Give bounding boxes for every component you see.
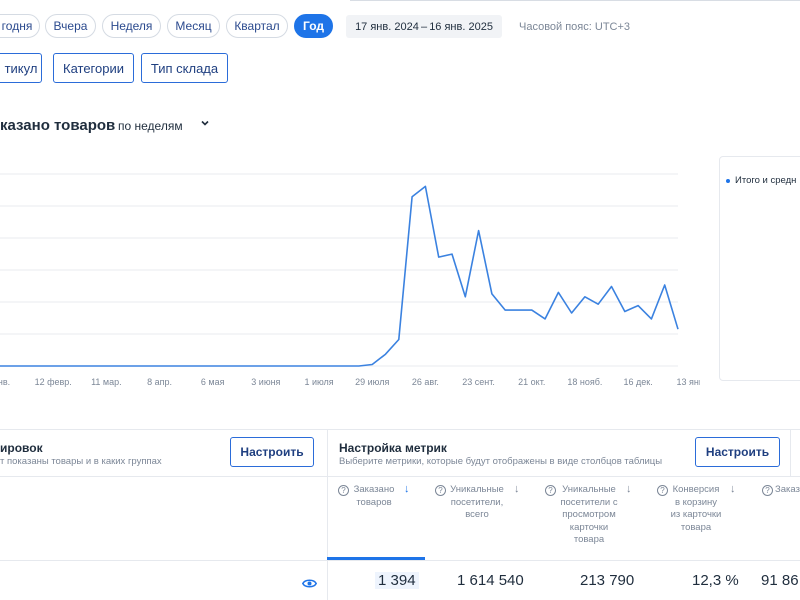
x-tick-label: 29 июля <box>355 377 389 387</box>
section-divider <box>0 429 800 430</box>
help-icon[interactable]: ? <box>762 485 773 496</box>
value-ordered: 1 394 <box>375 572 419 589</box>
filter-article-button[interactable]: тикул <box>0 53 42 83</box>
x-tick-label: 26 авг. <box>412 377 439 387</box>
chart-gridlines <box>0 173 678 367</box>
column-header-cart-conversion[interactable]: Конверсия в корзину из карточки товара <box>669 484 723 534</box>
sort-arrow-icon[interactable]: ↓ <box>514 483 520 495</box>
help-icon[interactable]: ? <box>545 485 556 496</box>
x-tick-label: 16 дек. <box>624 377 653 387</box>
x-tick-label: 12 февр. <box>35 377 72 387</box>
grouping-configure-button[interactable]: Настроить <box>230 437 314 467</box>
x-tick-label: 21 окт. <box>518 377 545 387</box>
period-quarter-button[interactable]: Квартал <box>226 14 288 38</box>
metrics-settings-subtitle: Выберите метрики, которые будут отображе… <box>339 456 663 467</box>
metrics-settings-title: Настройка метрик <box>339 441 447 455</box>
value-unique-visitors: 1 614 540 <box>457 572 524 589</box>
column-header-ordered[interactable]: Заказано товаров <box>350 484 398 509</box>
column-divider <box>327 430 328 600</box>
date-range-picker[interactable]: 17 янв. 2024 – 16 янв. 2025 <box>346 15 502 38</box>
column-header-orders[interactable]: Заказ <box>775 484 800 497</box>
column-header-unique-visitors[interactable]: Уникальные посетители, всего <box>448 484 506 522</box>
grouping-settings-subtitle: т показаны товары и в каких группах <box>0 456 162 467</box>
panel-divider <box>790 430 791 476</box>
table-header-divider <box>0 476 800 477</box>
x-tick-label: 18 нояб. <box>567 377 602 387</box>
legend-item-total[interactable]: Итого и средн <box>735 175 796 186</box>
value-orders: 91 86 <box>761 572 799 589</box>
chart-series-line <box>0 185 679 367</box>
x-tick-label: 6 мая <box>201 377 225 387</box>
chart-x-ticks: нв. 12 февр. 11 мар. 8 апр. 6 мая 3 июня 1 июл… <box>0 377 700 387</box>
chart-title: казано товаров <box>0 117 116 134</box>
date-end: 16 янв. 2025 <box>429 20 493 33</box>
period-yesterday-button[interactable]: Вчера <box>45 14 96 38</box>
orders-line-chart: нв. 12 февр. 11 мар. 8 апр. 6 мая 3 июня 1 июл… <box>0 173 700 387</box>
date-start: 17 янв. 2024 <box>355 20 419 33</box>
help-icon[interactable]: ? <box>338 485 349 496</box>
period-today-button[interactable]: годня <box>0 14 40 38</box>
value-cart-conversion: 12,3 % <box>692 572 739 589</box>
help-icon[interactable]: ? <box>435 485 446 496</box>
top-divider <box>350 0 800 1</box>
grouping-settings-title: ировок <box>0 441 43 455</box>
period-year-button[interactable]: Год <box>294 14 333 38</box>
filter-warehouse-type-button[interactable]: Тип склада <box>141 53 228 83</box>
metrics-configure-button[interactable]: Настроить <box>695 437 780 467</box>
sort-arrow-icon[interactable]: ↓ <box>404 483 410 495</box>
x-tick-label: 11 мар. <box>91 377 122 387</box>
filter-categories-button[interactable]: Категории <box>53 53 134 83</box>
x-tick-label: нв. <box>0 377 10 387</box>
help-icon[interactable]: ? <box>657 485 668 496</box>
value-visitors-with-card: 213 790 <box>580 572 635 589</box>
timezone-label: Часовой пояс: UTC+3 <box>519 21 631 33</box>
x-tick-label: 23 сент. <box>462 377 495 387</box>
x-tick-label: 3 июня <box>251 377 280 387</box>
table-row-divider <box>0 560 800 561</box>
x-tick-label: 8 апр. <box>147 377 172 387</box>
period-month-button[interactable]: Месяц <box>167 14 220 38</box>
chevron-down-icon[interactable] <box>200 118 210 131</box>
sort-arrow-icon[interactable]: ↓ <box>626 483 632 495</box>
sort-arrow-icon[interactable]: ↓ <box>730 483 736 495</box>
granularity-select[interactable]: по неделям <box>118 119 183 133</box>
x-tick-label: 13 янв. <box>676 377 700 387</box>
chart-legend-panel <box>719 156 800 381</box>
legend-dot-icon <box>726 179 730 183</box>
x-tick-label: 1 июля <box>304 377 333 387</box>
eye-icon[interactable] <box>301 576 318 588</box>
period-week-button[interactable]: Неделя <box>102 14 161 38</box>
date-dash: – <box>420 20 428 33</box>
column-header-visitors-with-card[interactable]: Уникальные посетители с просмотром карто… <box>557 484 621 547</box>
